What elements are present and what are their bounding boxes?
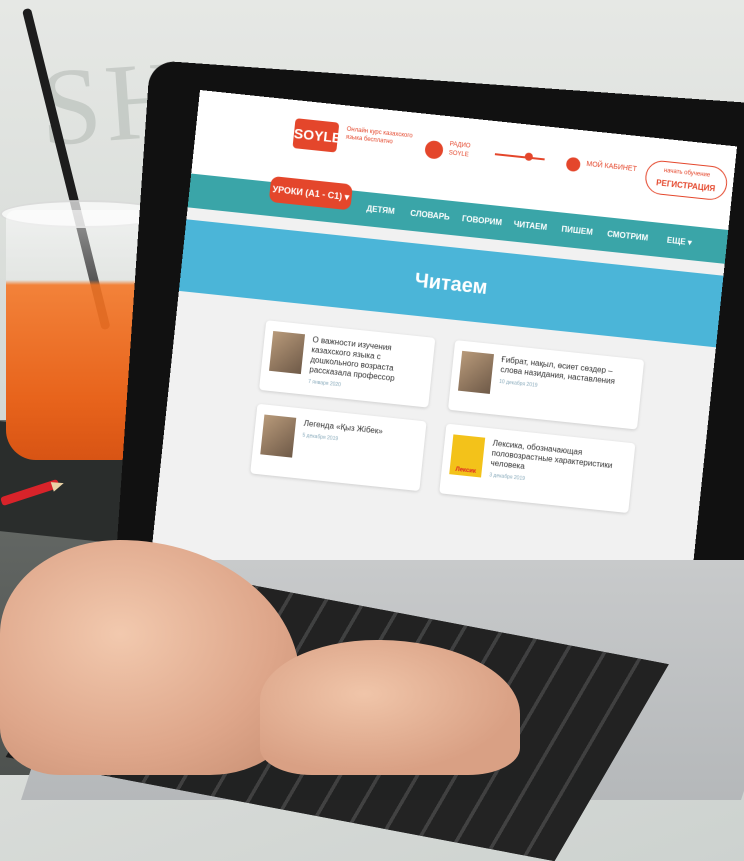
article-thumbnail xyxy=(457,350,494,394)
article-card[interactable]: Ғибрат, нақыл, өсиет сөздер – слова нази… xyxy=(447,340,645,430)
article-title: Лексика, обозначающая половозрастные хар… xyxy=(489,439,623,494)
article-card[interactable]: О важности изучения казахского языка с д… xyxy=(258,320,436,408)
register-subtitle: начать обучение xyxy=(663,167,711,179)
article-thumbnail xyxy=(260,414,297,458)
article-date: 7 января 2020 xyxy=(307,378,342,389)
article-title: Легенда «Қыз Жібек» 5 декабря 2019 xyxy=(302,419,414,452)
laptop-screen: SOYLE Онлайн курс казахского языка беспл… xyxy=(150,90,738,614)
article-thumbnail xyxy=(269,330,306,375)
article-thumbnail: Лексик xyxy=(449,434,486,478)
article-date: 5 декабря 2019 xyxy=(302,432,339,443)
article-card[interactable]: Легенда «Қыз Жібек» 5 декабря 2019 xyxy=(250,403,427,492)
article-title: Ғибрат, нақыл, өсиет сөздер – слова нази… xyxy=(499,355,632,400)
article-date: 3 декабря 2019 xyxy=(488,472,526,483)
article-title: О важности изучения казахского языка с д… xyxy=(308,335,423,398)
register-label: РЕГИСТРАЦИЯ xyxy=(655,178,716,194)
site-logo[interactable]: SOYLE xyxy=(292,118,342,153)
article-card[interactable]: Лексик Лексика, обозначающая половозраст… xyxy=(439,423,636,514)
